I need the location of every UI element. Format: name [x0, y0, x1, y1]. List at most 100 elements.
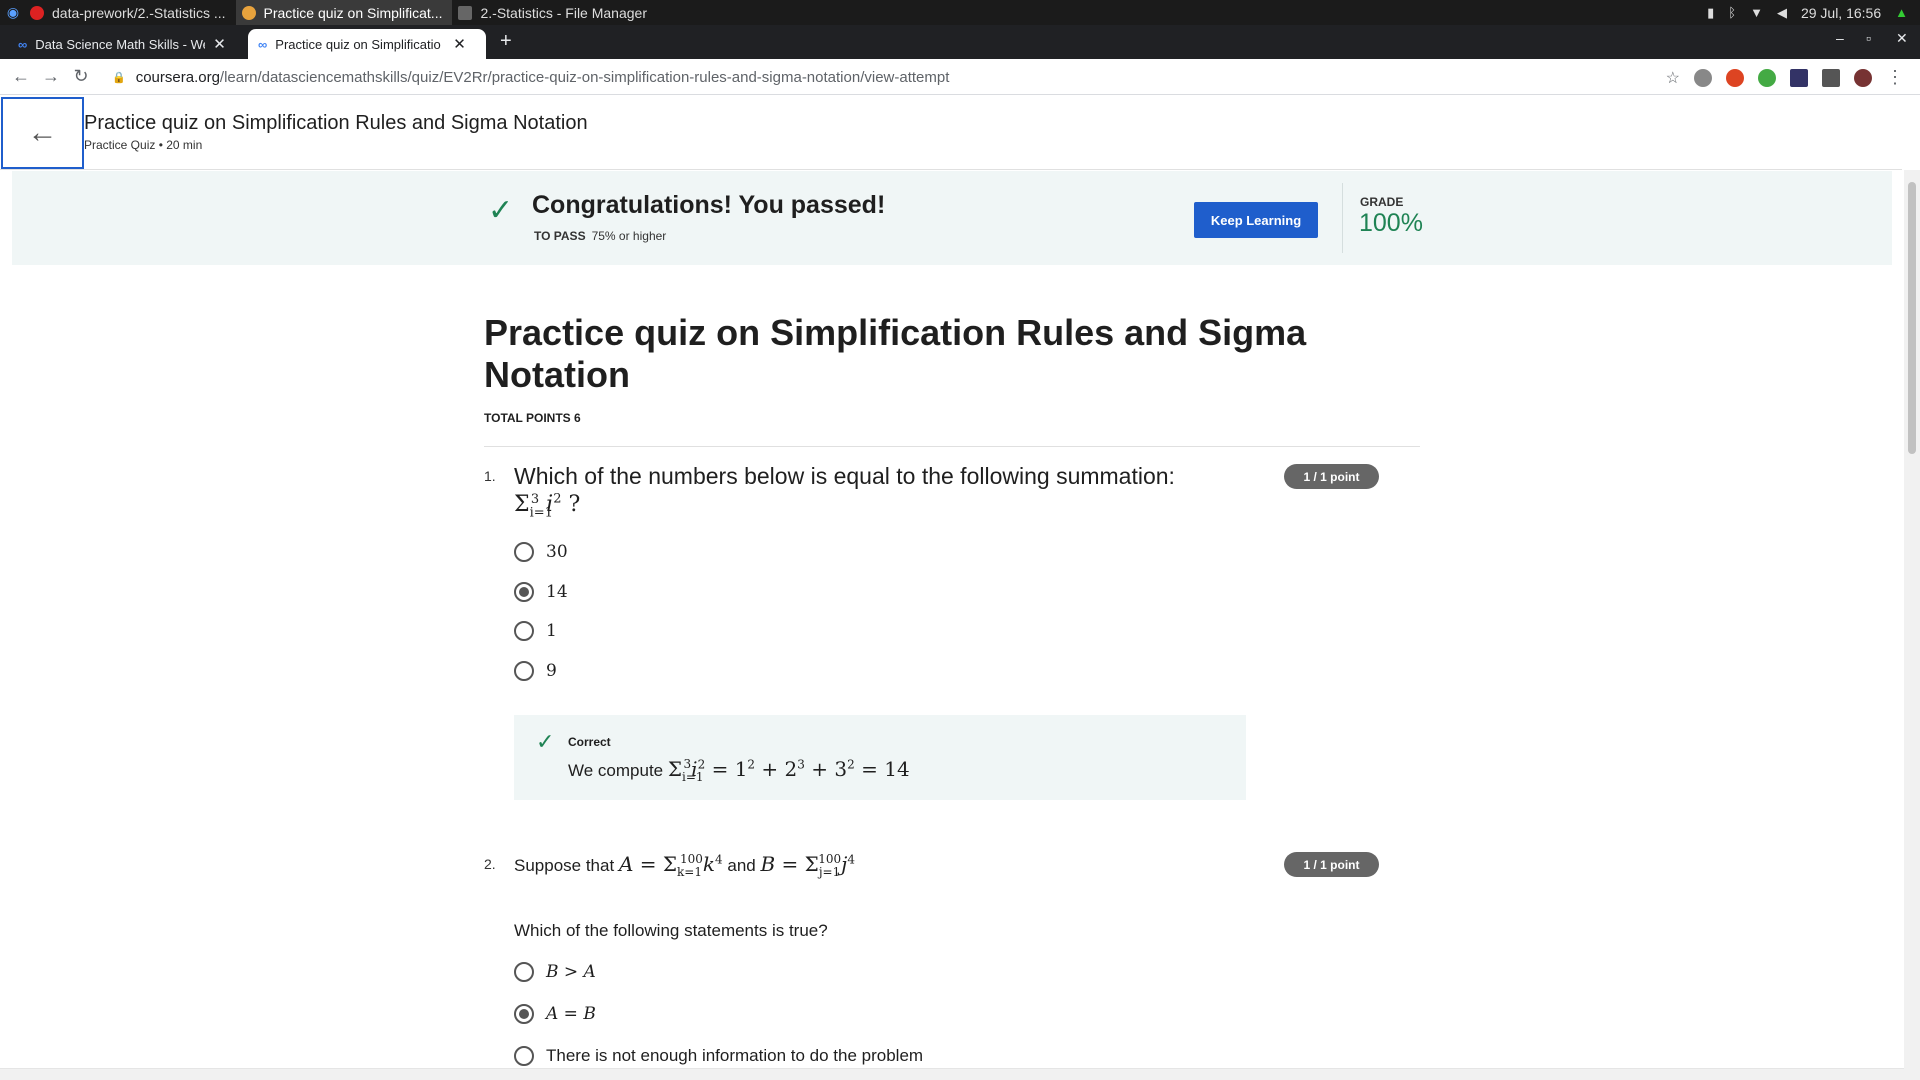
- question-text: and: [727, 856, 756, 875]
- browser-toolbar: ← → ↻ 🔒 coursera.org/learn/datasciencema…: [0, 59, 1920, 95]
- back-button[interactable]: ←: [1, 97, 84, 169]
- url-path: /learn/datasciencemathskills/quiz/EV2Rr/…: [219, 68, 950, 86]
- question-prompt: Which of the following statements is tru…: [514, 921, 828, 940]
- radio-button[interactable]: [514, 661, 534, 681]
- feedback-text: We compute: [568, 761, 664, 780]
- question-2-text: Suppose that A = Σk=1100k4 and B = Σj=11…: [514, 852, 855, 879]
- answer-option[interactable]: A = B: [514, 1004, 596, 1024]
- menu-kebab-icon[interactable]: ⋮: [1886, 67, 1904, 88]
- url-host: coursera.org: [135, 68, 220, 86]
- radio-button-selected[interactable]: [514, 1004, 534, 1024]
- total-points: TOTAL POINTS 6: [484, 411, 581, 425]
- os-task-label: data-prework/2.-Statistics ...: [52, 4, 226, 21]
- feedback-title: Correct: [568, 735, 611, 749]
- maximize-icon[interactable]: ▫: [1866, 30, 1871, 46]
- grade-divider: [1342, 183, 1343, 253]
- browser-tab-quiz[interactable]: ∞ Practice quiz on Simplificatio ✕: [248, 29, 486, 59]
- new-tab-icon[interactable]: +: [500, 30, 512, 53]
- radio-button[interactable]: [514, 962, 534, 982]
- profile-avatar[interactable]: [1854, 68, 1872, 87]
- radio-button-selected[interactable]: [514, 582, 534, 602]
- points-badge: 1 / 1 point: [1284, 464, 1379, 489]
- radio-button[interactable]: [514, 1046, 534, 1066]
- opera-icon: [30, 5, 44, 20]
- quiz-title: Practice quiz on Simplification Rules an…: [484, 312, 1307, 395]
- horizontal-scrollbar[interactable]: [0, 1068, 1904, 1080]
- to-pass-label: TO PASS: [534, 229, 586, 243]
- option-label: A = B: [546, 1004, 596, 1024]
- address-bar[interactable]: 🔒 coursera.org/learn/datasciencemathskil…: [112, 63, 1692, 91]
- question-number: 1.: [484, 468, 496, 484]
- os-menu-icon[interactable]: ◉: [2, 2, 24, 24]
- battery-icon[interactable]: ▮: [1707, 5, 1714, 21]
- folder-icon: [458, 5, 473, 20]
- volume-icon[interactable]: ◀: [1777, 5, 1787, 21]
- option-label: 14: [546, 582, 568, 602]
- keep-learning-button[interactable]: Keep Learning: [1194, 202, 1318, 238]
- option-label: 1: [546, 621, 557, 641]
- points-badge: 1 / 1 point: [1284, 852, 1379, 877]
- reload-icon[interactable]: ↻: [66, 66, 96, 87]
- checkmark-icon: ✓: [536, 729, 555, 754]
- answer-option[interactable]: B > A: [514, 962, 596, 982]
- radio-button[interactable]: [514, 542, 534, 562]
- forward-arrow-icon[interactable]: →: [36, 66, 66, 87]
- answer-option[interactable]: 30: [514, 542, 568, 562]
- header-title: Practice quiz on Simplification Rules an…: [84, 112, 588, 134]
- scrollbar-thumb[interactable]: [1908, 182, 1916, 454]
- answer-option[interactable]: 9: [514, 661, 557, 681]
- tab-close-icon[interactable]: ✕: [453, 35, 466, 53]
- radio-button[interactable]: [514, 621, 534, 641]
- formula-b: B = Σj=1100j4: [760, 852, 856, 879]
- os-task-file-manager[interactable]: 2.-Statistics - File Manager: [452, 0, 657, 25]
- os-task-label: Practice quiz on Simplificat...: [263, 4, 443, 21]
- vertical-scrollbar[interactable]: [1904, 170, 1920, 1080]
- tab-close-icon[interactable]: ✕: [213, 35, 226, 53]
- course-header: ← Practice quiz on Simplification Rules …: [0, 96, 1902, 170]
- feedback-explanation: We compute Σi=13i2 = 12 + 23 + 32 = 14: [568, 757, 910, 784]
- wifi-icon[interactable]: ▼: [1750, 5, 1763, 20]
- bookmark-star-icon[interactable]: ☆: [1666, 68, 1680, 88]
- browser-tab-strip: ∞ Data Science Math Skills - Wel ✕ ∞ Pra…: [0, 25, 1920, 59]
- to-pass-info: TO PASS 75% or higher: [534, 229, 666, 243]
- extensions-puzzle-icon[interactable]: [1822, 68, 1840, 87]
- tab-label: Practice quiz on Simplificatio: [275, 36, 441, 52]
- pass-message: Congratulations! You passed!: [532, 191, 886, 219]
- feedback-formula: Σi=13i2 = 12 + 23 + 32 = 14: [667, 757, 910, 784]
- answer-option[interactable]: 1: [514, 621, 557, 641]
- option-label: B > A: [546, 962, 596, 982]
- tab-label: Data Science Math Skills - Wel: [35, 36, 206, 52]
- extension-bug-icon[interactable]: [1694, 68, 1712, 87]
- browser-tab-math-skills[interactable]: ∞ Data Science Math Skills - Wel ✕: [8, 29, 236, 59]
- question-number: 2.: [484, 856, 496, 872]
- adblock-icon[interactable]: [1726, 68, 1744, 87]
- lock-icon[interactable]: 🔒: [112, 71, 126, 84]
- answer-option[interactable]: 14: [514, 582, 568, 602]
- bluetooth-icon[interactable]: ᛒ: [1728, 5, 1736, 20]
- summation-formula: Σi=13 i2 ?: [514, 491, 581, 521]
- divider: [484, 446, 1420, 447]
- extension-square-icon[interactable]: [1790, 68, 1808, 87]
- coursera-icon: ∞: [258, 36, 268, 52]
- pass-banner: ✓ Congratulations! You passed! TO PASS 75…: [12, 171, 1892, 265]
- os-task-label: 2.-Statistics - File Manager: [480, 4, 647, 21]
- back-arrow-icon[interactable]: ←: [6, 66, 36, 87]
- grade-label: GRADE: [1360, 195, 1404, 209]
- question-1-text: Which of the numbers below is equal to t…: [514, 463, 1214, 520]
- answer-option[interactable]: There is not enough information to do th…: [514, 1046, 923, 1066]
- option-label: 30: [546, 542, 568, 562]
- formula-a: A = Σk=1100k4: [618, 852, 723, 879]
- to-pass-value: 75% or higher: [591, 229, 667, 243]
- extension-tree-icon[interactable]: [1758, 68, 1776, 87]
- back-arrow-icon: ←: [27, 116, 58, 149]
- option-label: There is not enough information to do th…: [546, 1046, 924, 1065]
- minimize-icon[interactable]: –: [1836, 30, 1844, 46]
- header-subtitle: Practice Quiz • 20 min: [84, 138, 203, 152]
- update-icon[interactable]: ▲: [1895, 5, 1908, 20]
- os-clock[interactable]: 29 Jul, 16:56: [1801, 5, 1881, 21]
- checkmark-icon: ✓: [488, 194, 514, 227]
- close-window-icon[interactable]: ✕: [1896, 30, 1908, 47]
- chrome-icon: [241, 5, 256, 20]
- os-task-browser[interactable]: Practice quiz on Simplificat...: [235, 0, 453, 25]
- os-task-terminal[interactable]: data-prework/2.-Statistics ...: [24, 0, 236, 25]
